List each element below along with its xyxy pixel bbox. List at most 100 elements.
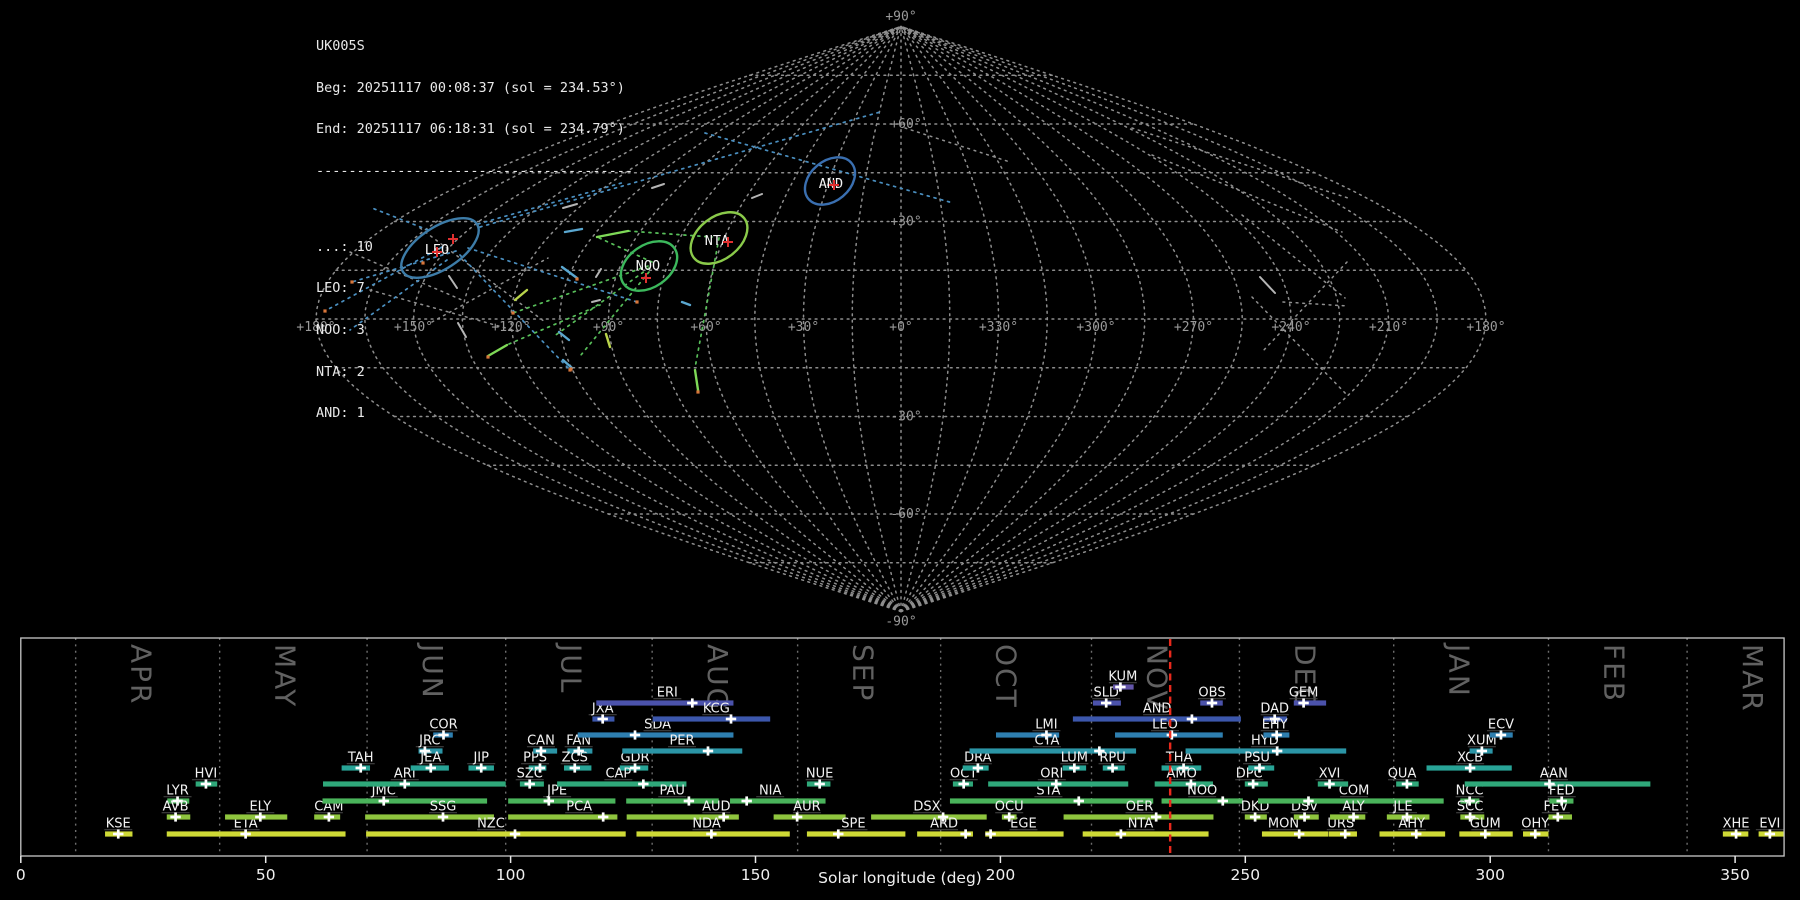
- shower-label-CAN: CAN: [527, 734, 555, 749]
- shower-ECV: ECV: [1486, 718, 1515, 740]
- shower-GUM: GUM: [1459, 817, 1513, 839]
- separator-line: ---------------------------------------: [316, 162, 633, 179]
- lon-label-+330°: +330°: [979, 320, 1018, 335]
- sporadic-trail-dotted-9: [1282, 301, 1349, 307]
- shower-label-AUR: AUR: [793, 800, 820, 815]
- shower-JPE: JPE: [508, 784, 616, 806]
- lat-label--90°: -90°: [885, 615, 916, 630]
- shower-label-ERI: ERI: [657, 686, 678, 701]
- shower-label-OER: OER: [1126, 800, 1153, 815]
- shower-label-JIP: JIP: [472, 751, 489, 766]
- shower-label-ZCS: ZCS: [562, 751, 588, 766]
- station-id: UK005S: [316, 37, 365, 54]
- shower-bar-SDA: [577, 732, 734, 738]
- shower-label-SZC: SZC: [517, 767, 543, 782]
- lat-label-+30°: +30°: [890, 215, 921, 230]
- shower-bar-AUR: [773, 814, 846, 820]
- leo-trail-dotted-1: [704, 132, 954, 204]
- shower-bar-NOO: [1161, 798, 1243, 804]
- session-begin: Beg: 20251117 00:08:37 (sol = 234.53°): [316, 79, 625, 96]
- month-label-APR: APR: [125, 644, 158, 706]
- shower-label-ELY: ELY: [249, 800, 271, 815]
- shower-bar-ETA: [166, 831, 346, 837]
- month-label-JAN: JAN: [1443, 642, 1476, 698]
- sporadic-streak-6: [751, 193, 763, 199]
- sporadic-streak-4: [1259, 276, 1276, 294]
- shower-NDA: NDA: [636, 817, 790, 839]
- lat-label--60°: -60°: [890, 507, 921, 522]
- shower-XVI: XVI: [1315, 767, 1349, 789]
- shower-label-ORI: ORI: [1040, 767, 1063, 782]
- shower-SZC: SZC: [515, 767, 544, 789]
- shower-JIP: JIP: [467, 751, 496, 773]
- lon-label-+240°: +240°: [1271, 320, 1310, 335]
- radiant-label-NOO: NOO: [636, 258, 660, 274]
- shower-AHY: AHY: [1379, 817, 1446, 839]
- lon-label-+0°: +0°: [889, 320, 912, 335]
- shower-label-NOO: NOO: [1187, 784, 1217, 799]
- lon-label-+60°: +60°: [690, 320, 721, 335]
- shower-bar-SSG: [365, 814, 494, 820]
- shower-label-JLE: JLE: [1392, 800, 1412, 815]
- session-end: End: 20251117 06:18:31 (sol = 234.79°): [316, 121, 625, 138]
- shower-bar-JPE: [508, 798, 616, 804]
- shower-label-LEO: LEO: [1152, 718, 1178, 733]
- shower-bar-KCG: [652, 716, 771, 722]
- shower-label-RPU: RPU: [1099, 751, 1125, 766]
- shower-label-ALY: ALY: [1342, 800, 1364, 815]
- shower-NOO: NOO: [1161, 784, 1243, 806]
- shower-label-LYR: LYR: [166, 784, 189, 799]
- x-axis-title: Solar longitude (deg): [818, 869, 982, 887]
- shower-label-NTA: NTA: [1128, 817, 1154, 832]
- shower-bar-PER: [622, 748, 743, 754]
- shower-OHY: OHY: [1521, 817, 1549, 839]
- shower-EHY: EHY: [1260, 718, 1290, 740]
- shower-XCB: XCB: [1426, 751, 1512, 773]
- plot-canvas: +180° +150° +120° +90° +60° +30° +0° +330° +300°…: [16, 10, 1785, 884]
- shower-label-PCA: PCA: [566, 800, 592, 815]
- endpoint-dot-9: [635, 300, 639, 304]
- lon-label-+180°: +180°: [1466, 320, 1505, 335]
- month-label-OCT: OCT: [990, 644, 1023, 709]
- shower-KSE: KSE: [104, 817, 133, 839]
- shower-DRA: DRA: [962, 751, 992, 773]
- shower-bar-SPE: [806, 831, 906, 837]
- sporadic-trail-dotted-4: [1131, 127, 1349, 199]
- lon-label-+270°: +270°: [1174, 320, 1213, 335]
- shower-label-PSU: PSU: [1244, 751, 1270, 766]
- lon-label-+300°: +300°: [1076, 320, 1115, 335]
- shower-MON: MON: [1261, 817, 1329, 839]
- shower-label-OBS: OBS: [1198, 686, 1225, 701]
- shower-label-OHY: OHY: [1521, 817, 1549, 832]
- shower-bar-ALY: [1330, 814, 1366, 820]
- shower-label-AVB: AVB: [163, 800, 189, 815]
- shower-LUM: LUM: [1060, 751, 1089, 773]
- shower-OBS: OBS: [1197, 686, 1226, 708]
- shower-EGE: EGE: [985, 817, 1064, 839]
- shower-ZCS: ZCS: [560, 751, 592, 773]
- shower-ARD: ARD: [917, 817, 973, 839]
- shower-label-QUA: QUA: [1388, 767, 1417, 782]
- shower-bar-DSX: [871, 814, 987, 820]
- shower-label-GEM: GEM: [1289, 686, 1319, 701]
- count-leo: LEO: 7: [316, 280, 365, 297]
- shower-label-ECV: ECV: [1488, 718, 1514, 733]
- sporadic-trail-dotted-5: [1151, 154, 1343, 233]
- shower-label-NZC: NZC: [477, 817, 505, 832]
- shower-bar-NZC: [366, 831, 626, 837]
- lat-label--30°: -30°: [890, 410, 921, 425]
- month-guides: APR MAY JUN JUL AUG SEP OCT NOV DEC JAN FEB MAR: [74, 638, 1769, 856]
- month-label-FEB: FEB: [1597, 644, 1630, 703]
- shower-label-KUM: KUM: [1108, 670, 1137, 685]
- shower-label-DAD: DAD: [1260, 702, 1289, 717]
- shower-label-JEA: JEA: [419, 751, 441, 766]
- count-sporadic: ...: 10: [316, 238, 373, 255]
- shower-label-OCU: OCU: [995, 800, 1024, 815]
- shower-AVB: AVB: [161, 800, 191, 822]
- endpoint-dot-7: [696, 390, 700, 394]
- sporadic-trail-dotted-7: [1261, 261, 1348, 353]
- lon-label-+210°: +210°: [1369, 320, 1408, 335]
- shower-NUE: NUE: [805, 767, 834, 789]
- count-nta: NTA: 2: [316, 363, 365, 380]
- shower-HVI: HVI: [191, 767, 220, 789]
